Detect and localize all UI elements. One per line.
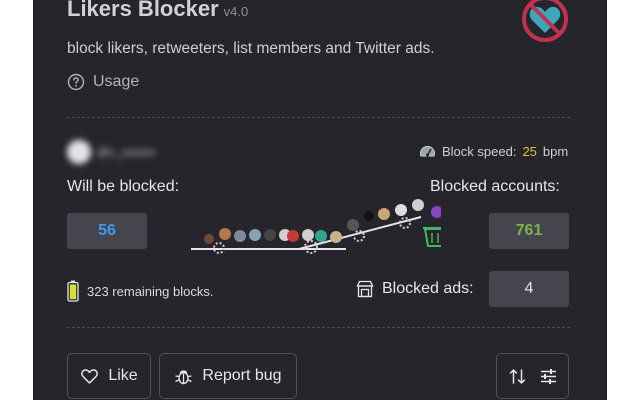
account-handle: @c_ooooo: [97, 145, 156, 159]
speed-value: 25: [522, 144, 537, 159]
blocking-conveyor-illustration: [191, 199, 441, 254]
remaining-blocks: 323 remaining blocks.: [67, 280, 213, 302]
blocked-accounts-label: Blocked accounts:: [430, 178, 560, 195]
sort-arrows-icon: [509, 368, 525, 384]
remaining-text: 323 remaining blocks.: [87, 283, 214, 299]
account-info: @c_ooooo: [67, 140, 155, 164]
report-bug-button[interactable]: Report bug: [159, 353, 297, 399]
bug-icon: [175, 369, 193, 384]
report-bug-label: Report bug: [202, 367, 282, 384]
blocked-ads-label: Blocked ads:: [382, 280, 474, 297]
blocked-ads: Blocked ads:: [356, 280, 474, 298]
popup-panel: Likers Blocker v4.0 block likers, retweet…: [33, 0, 607, 400]
blocked-accounts-count: 761: [489, 213, 569, 249]
app-title-text: Likers Blocker: [67, 0, 219, 21]
usage-label: Usage: [93, 73, 140, 90]
block-speed: Block speed: 25 bpm: [419, 144, 568, 159]
app-title: Likers Blocker v4.0: [67, 0, 248, 22]
speed-label: Block speed:: [442, 144, 517, 159]
speedometer-icon: [420, 145, 435, 157]
will-be-blocked-label: Will be blocked:: [67, 178, 180, 195]
like-label: Like: [108, 367, 138, 384]
avatar: [67, 140, 91, 164]
heart-blocked-logo-icon: [522, 0, 568, 42]
like-button[interactable]: Like: [67, 353, 151, 399]
heart-icon: [81, 368, 99, 384]
blocked-ads-count: 4: [489, 271, 569, 307]
battery-icon: [67, 280, 79, 302]
will-be-blocked-count: 56: [67, 213, 147, 249]
divider-bottom: [67, 327, 570, 328]
divider-top: [67, 117, 570, 118]
app-description: block likers, retweeters, list members a…: [67, 40, 435, 57]
question-circle-icon: [67, 73, 85, 91]
speed-unit: bpm: [542, 144, 569, 159]
sliders-icon: [540, 368, 556, 384]
usage-link[interactable]: Usage: [67, 73, 139, 91]
store-icon: [356, 280, 374, 298]
settings-button[interactable]: [496, 353, 569, 399]
app-version: v4.0: [223, 4, 249, 19]
